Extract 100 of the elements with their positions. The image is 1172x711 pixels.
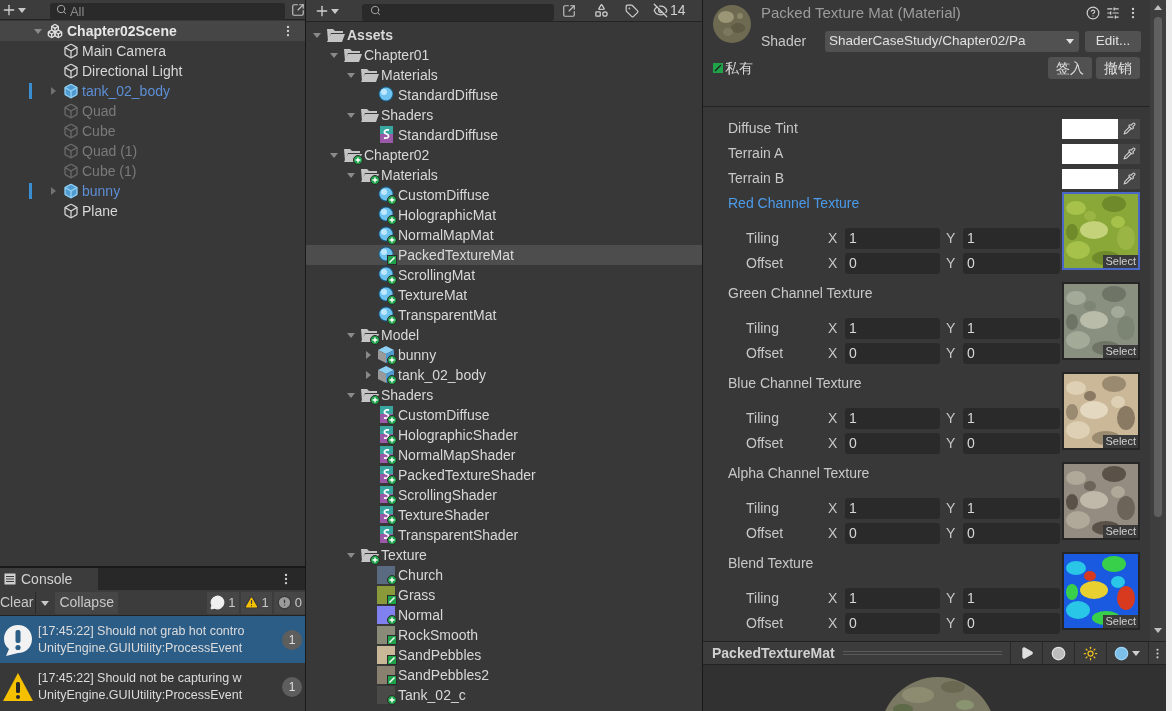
number-field[interactable]: 1: [845, 588, 940, 609]
select-button[interactable]: Select: [1103, 255, 1138, 268]
hierarchy-item[interactable]: tank_02_body: [0, 81, 305, 101]
log-count-button[interactable]: 0: [273, 591, 305, 614]
texture-slot[interactable]: Select: [1062, 282, 1140, 360]
scroll-down-icon[interactable]: [1153, 625, 1163, 635]
vcs-button[interactable]: 撤销: [1096, 57, 1140, 79]
tag-icon[interactable]: [625, 3, 639, 18]
number-field[interactable]: 1: [845, 408, 940, 429]
caret-down-icon[interactable]: [312, 30, 322, 40]
select-button[interactable]: Select: [1103, 525, 1138, 538]
tree-item[interactable]: StandardDiffuse: [306, 125, 702, 145]
tree-item[interactable]: TransparentMat: [306, 305, 702, 325]
tree-item[interactable]: TransparentShader: [306, 525, 702, 545]
number-field[interactable]: 0: [845, 613, 940, 634]
tree-item[interactable]: Materials: [306, 165, 702, 185]
tree-item[interactable]: PackedTextureShader: [306, 465, 702, 485]
number-field[interactable]: 1: [963, 498, 1060, 519]
caret-icon[interactable]: [1065, 36, 1075, 46]
select-button[interactable]: Select: [1103, 615, 1138, 628]
select-button[interactable]: Select: [1103, 435, 1138, 448]
eyedropper-button[interactable]: [1118, 118, 1140, 139]
tree-item[interactable]: PackedTextureMat: [306, 245, 702, 265]
vcs-button[interactable]: 签入: [1048, 57, 1092, 79]
number-field[interactable]: 0: [963, 433, 1060, 454]
hierarchy-item[interactable]: Directional Light: [0, 61, 305, 81]
number-field[interactable]: 0: [845, 343, 940, 364]
caret-down-icon[interactable]: [346, 330, 356, 340]
tree-item[interactable]: TextureShader: [306, 505, 702, 525]
checkbox[interactable]: [713, 63, 723, 73]
number-field[interactable]: 0: [845, 433, 940, 454]
caret-down-icon[interactable]: [346, 70, 356, 80]
tree-item[interactable]: CustomDiffuse: [306, 185, 702, 205]
caret-right-icon[interactable]: [363, 350, 373, 360]
number-field[interactable]: 1: [845, 318, 940, 339]
console-tab[interactable]: Console: [0, 568, 98, 590]
caret-down-icon[interactable]: [329, 50, 339, 60]
caret-down-icon[interactable]: [346, 170, 356, 180]
tree-item[interactable]: Materials: [306, 65, 702, 85]
tree-item[interactable]: Assets: [306, 25, 702, 45]
edit-button[interactable]: Edit...: [1085, 30, 1141, 52]
color-swatch[interactable]: [1062, 143, 1118, 164]
tree-item[interactable]: NormalMapMat: [306, 225, 702, 245]
hidden-count-button[interactable]: 14: [653, 0, 686, 21]
presets-icon[interactable]: [1106, 6, 1120, 20]
log-count-button[interactable]: 1: [207, 591, 239, 614]
tree-item[interactable]: HolographicMat: [306, 205, 702, 225]
caret-down-icon[interactable]: [329, 150, 339, 160]
tree-item[interactable]: HolographicShader: [306, 425, 702, 445]
tree-item[interactable]: NormalMapShader: [306, 445, 702, 465]
clear-button[interactable]: Clear: [0, 591, 34, 614]
select-button[interactable]: Select: [1103, 345, 1138, 358]
tree-item[interactable]: Normal: [306, 605, 702, 625]
texture-slot[interactable]: Select: [1062, 192, 1140, 270]
scroll-up-icon[interactable]: [1153, 3, 1163, 13]
tree-item[interactable]: Tank_02_c: [306, 685, 702, 705]
shapes-icon[interactable]: [594, 3, 609, 18]
number-field[interactable]: 1: [963, 408, 1060, 429]
caret-down-icon[interactable]: [33, 26, 43, 36]
log-entry[interactable]: [17:45:22] Should not grab hot contro UnityEngine.GUIUtility:ProcessEvent 1: [0, 616, 305, 663]
tree-item[interactable]: ScrollingShader: [306, 485, 702, 505]
hierarchy-item[interactable]: Plane: [0, 201, 305, 221]
number-field[interactable]: 1: [845, 228, 940, 249]
pop-out-icon[interactable]: [291, 2, 305, 17]
texture-slot[interactable]: Select: [1062, 552, 1140, 630]
caret-icon[interactable]: [1131, 648, 1141, 658]
number-field[interactable]: 1: [963, 318, 1060, 339]
search-field[interactable]: [362, 4, 554, 21]
log-count-button[interactable]: 1: [240, 591, 272, 614]
number-field[interactable]: 0: [845, 523, 940, 544]
number-field[interactable]: 0: [963, 343, 1060, 364]
caret-right-icon[interactable]: [363, 370, 373, 380]
tree-item[interactable]: Chapter01: [306, 45, 702, 65]
tree-item[interactable]: TextureMat: [306, 285, 702, 305]
help-icon[interactable]: [1086, 6, 1100, 20]
tree-item[interactable]: Grass: [306, 585, 702, 605]
eyedropper-button[interactable]: [1118, 143, 1140, 164]
number-field[interactable]: 1: [845, 498, 940, 519]
tree-item[interactable]: RockSmooth: [306, 625, 702, 645]
caret-down-icon[interactable]: [346, 390, 356, 400]
tree-item[interactable]: ScrollingMat: [306, 265, 702, 285]
scene-header[interactable]: Chapter02Scene: [0, 21, 305, 41]
tree-item[interactable]: Church: [306, 565, 702, 585]
caret-down-icon[interactable]: [346, 110, 356, 120]
number-field[interactable]: 0: [963, 253, 1060, 274]
shader-dropdown[interactable]: ShaderCaseStudy/Chapter02/Pa: [825, 30, 1079, 52]
tree-item[interactable]: SandPebbles: [306, 645, 702, 665]
number-field[interactable]: 0: [963, 613, 1060, 634]
color-swatch[interactable]: [1062, 168, 1118, 189]
scrollbar[interactable]: [1150, 0, 1166, 641]
number-field[interactable]: 0: [845, 253, 940, 274]
tree-item[interactable]: bunny: [306, 345, 702, 365]
tree-item[interactable]: SandPebbles2: [306, 665, 702, 685]
tree-item[interactable]: Chapter02: [306, 145, 702, 165]
collapse-button[interactable]: Collapse: [55, 591, 118, 614]
color-swatch[interactable]: [1062, 118, 1118, 139]
search-field[interactable]: All: [49, 3, 286, 20]
tree-item[interactable]: tank_02_body: [306, 365, 702, 385]
tree-item[interactable]: Shaders: [306, 105, 702, 125]
eyedropper-button[interactable]: [1118, 168, 1140, 189]
